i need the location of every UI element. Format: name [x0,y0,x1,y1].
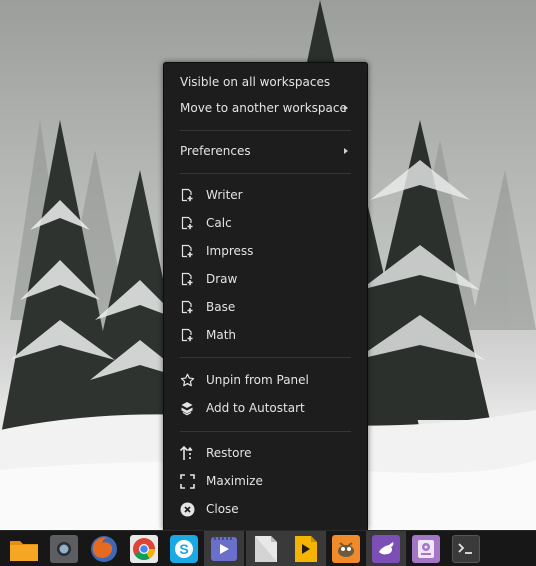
taskbar-chrome[interactable] [124,531,164,566]
skype-icon: S [170,535,198,563]
presentation-icon [295,536,317,562]
menu-item-impress[interactable]: Impress [164,238,367,264]
taskbar-gimp[interactable] [326,531,366,566]
camera-icon [50,535,78,563]
taskbar-firefox[interactable] [84,531,124,566]
menu-separator [180,130,351,131]
menu-item-writer[interactable]: Writer [164,182,367,208]
hand-icon [372,535,400,563]
star-outline-icon [179,372,195,388]
menu-item-draw[interactable]: Draw [164,266,367,292]
taskbar-screenshot[interactable] [44,531,84,566]
gimp-icon [332,535,360,563]
new-document-icon [179,215,195,231]
autostart-icon [179,400,195,416]
taskbar-libreoffice[interactable] [246,531,286,566]
taskbar-disk-utility[interactable] [406,531,446,566]
taskbar-skype[interactable]: S [164,531,204,566]
app-context-menu: Visible on all workspaces Move to anothe… [163,62,368,530]
taskbar-panel: S [0,530,536,566]
menu-item-preferences[interactable]: Preferences [164,138,367,164]
menu-separator [180,173,351,174]
taskbar-hand-tool[interactable] [366,531,406,566]
taskbar-presentation[interactable] [286,531,326,566]
menu-item-restore[interactable]: Restore [164,440,367,466]
submenu-arrow-icon [344,105,348,111]
svg-text:S: S [179,541,188,557]
taskbar-files[interactable] [4,531,44,566]
firefox-icon [91,536,117,562]
menu-item-close[interactable]: Close [164,496,367,522]
new-document-icon [179,299,195,315]
menu-item-calc[interactable]: Calc [164,210,367,236]
menu-item-base[interactable]: Base [164,294,367,320]
menu-item-visible-on-all-workspaces[interactable]: Visible on all workspaces [164,69,367,95]
menu-separator [180,431,351,432]
disk-icon [412,535,440,563]
new-document-icon [179,271,195,287]
menu-item-unpin-from-panel[interactable]: Unpin from Panel [164,367,367,393]
new-document-icon [179,243,195,259]
libreoffice-icon [255,536,277,562]
menu-item-move-to-another-workspace[interactable]: Move to another workspace [164,95,367,121]
maximize-icon [179,473,195,489]
new-document-icon [179,327,195,343]
new-document-icon [179,187,195,203]
terminal-icon [452,535,480,563]
submenu-arrow-icon [344,148,348,154]
menu-separator [180,357,351,358]
menu-item-maximize[interactable]: Maximize [164,468,367,494]
taskbar-media-player[interactable] [204,531,244,566]
close-circle-icon [179,501,195,517]
restore-icon [179,445,195,461]
media-player-icon [211,537,237,561]
chrome-icon [130,535,158,563]
menu-item-add-to-autostart[interactable]: Add to Autostart [164,395,367,421]
folder-icon [10,541,38,561]
menu-item-math[interactable]: Math [164,322,367,348]
taskbar-terminal[interactable] [446,531,486,566]
